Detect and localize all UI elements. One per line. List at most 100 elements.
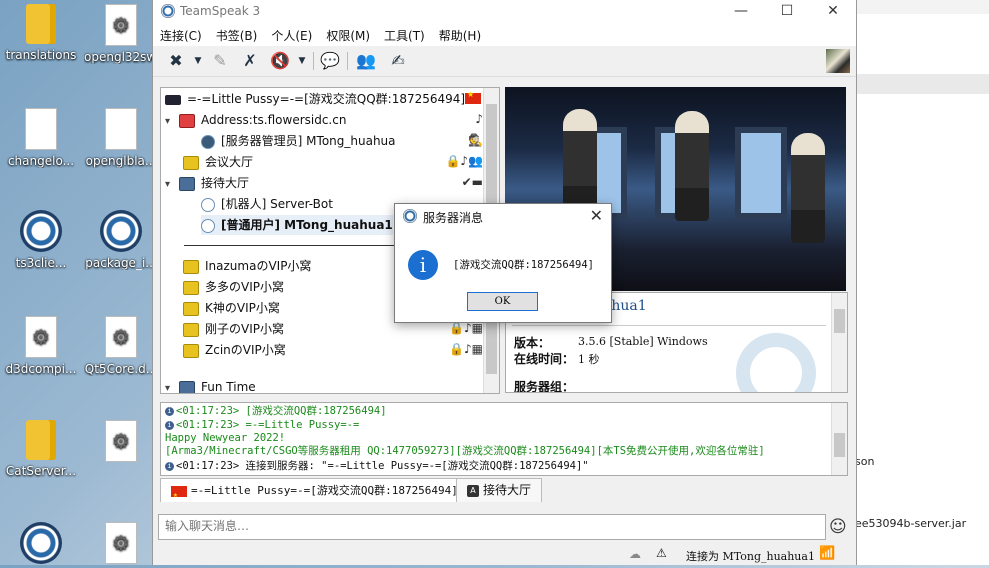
close-button[interactable]: ✕ [810,0,856,24]
info-icon: i [165,461,174,471]
teamspeak-logo-icon [161,4,175,18]
settings-file-icon [105,522,137,564]
channel-label: Fun Time [201,380,256,394]
menu-tools[interactable]: 工具(T) [384,27,425,44]
minimize-button[interactable]: — [718,0,764,24]
channel-label: K神のVIP小窝 [205,301,280,315]
desktop-icon-label: opengl32sw. [84,50,158,64]
chat-input[interactable] [159,515,821,537]
user-self[interactable]: [普通用户] MTong_huahua1 [201,215,393,235]
ok-button[interactable]: OK [467,292,538,311]
chat-input-box[interactable] [158,514,826,540]
desktop-icon-package[interactable]: package_i... [84,210,158,270]
teamspeak-icon [20,210,62,252]
chat-line: i <01:17:23> =-=Little Pussy=-= [165,418,359,432]
scrollbar-thumb[interactable] [834,433,845,457]
chat-line: i <01:17:23> [游戏交流QQ群:187256494] [165,404,387,418]
desktop-icon-d3dcompiler[interactable]: d3dcompi... [4,316,78,376]
teamspeak-icon [20,522,62,564]
channel-icon [183,259,199,274]
version-label: 版本： [514,336,551,350]
mute-mic-icon[interactable]: ✗ [239,50,261,72]
server-group-label: 服务器组： [514,380,575,393]
menu-permissions[interactable]: 权限(M) [326,27,370,44]
dialog-message: [游戏交流QQ群:187256494] [453,259,595,271]
menu-help[interactable]: 帮助(H) [439,27,481,44]
channel-label: 刚子のVIP小窝 [205,322,284,336]
channel-icon [183,280,199,295]
desktop-icon-gear[interactable] [84,522,158,568]
chat-scrollbar[interactable] [831,403,847,475]
menu-connections[interactable]: 连接(C) [160,27,202,44]
desktop-icon-translations[interactable]: translations [4,4,78,62]
online-label: 在线时间： [514,352,575,366]
warning-icon[interactable]: ⚠ [656,546,667,560]
server-name: =-=Little Pussy=-=[游戏交流QQ群:187256494] [187,92,466,106]
chat-log: i <01:17:23> [游戏交流QQ群:187256494] i <01:17:… [160,402,848,476]
contacts-icon[interactable]: 👥 [355,50,377,72]
desktop-icon-opengl32sw[interactable]: opengl32sw. [84,4,158,64]
user-admin[interactable]: [服务器管理员] MTong_huahua [201,131,396,151]
background-window-row [855,74,989,94]
settings-file-icon [105,316,137,358]
channel-meeting[interactable]: 会议大厅 [183,152,253,172]
china-flag-icon [465,90,481,104]
server-row[interactable]: =-=Little Pussy=-=[游戏交流QQ群:187256494] [165,89,465,109]
channel-vip-k[interactable]: K神のVIP小窝 [183,298,280,318]
channel-vip-inazuma[interactable]: InazumaのVIP小窝 [183,256,311,276]
tab-channel[interactable]: A 接待大厅 [456,478,543,502]
close-icon[interactable]: ✕ [590,206,603,225]
tab-server[interactable]: =-=Little Pussy=-=[游戏交流QQ群:187256494] [160,478,469,506]
dialog-title-bar: 服务器消息 ✕ [395,204,611,228]
channel-vip-gangzi[interactable]: 刚子のVIP小窝 [183,319,284,339]
desktop-icon-openglbla[interactable]: openglbla... [84,108,158,168]
disconnect-icon[interactable]: ✖ [165,50,187,72]
emoji-icon[interactable]: ☺ [829,517,847,537]
channel-label: 会议大厅 [205,155,254,169]
mute-speaker-icon[interactable]: 🔇 [269,50,291,72]
desktop-icon-ts3client[interactable]: ts3clie... [4,210,78,270]
channel-icon [179,176,195,191]
desktop-icon-label: d3dcompi... [5,362,77,376]
desktop-icon-ts[interactable] [4,522,78,568]
menu-self[interactable]: 个人(E) [271,27,312,44]
user-bot[interactable]: [机器人] Server-Bot [201,194,333,214]
desktop-icon-gear[interactable] [84,420,158,466]
toolbar-separator [313,52,314,70]
channel-reception[interactable]: ▾ 接待大厅 [165,173,249,193]
channel-label: Address:ts.flowersidc.cn [201,113,347,127]
channel-address[interactable]: ▾ Address:ts.flowersidc.cn [165,110,346,130]
background-window-bar [855,0,989,14]
chat-line: Happy Newyear 2022! [165,431,285,445]
channel-funtime[interactable]: ▾ Fun Time [165,377,256,394]
settings-file-icon [105,420,137,462]
user-icon [201,134,215,149]
channel-label: ZcinのVIP小窝 [205,343,286,357]
chevron-down-icon[interactable]: ▼ [291,50,313,72]
bookmarks-icon[interactable]: ✎ [209,50,231,72]
channel-label: 多多のVIP小窝 [205,280,284,294]
desktop-icon-changelog[interactable]: changelo... [4,108,78,168]
dialog-body: i [游戏交流QQ群:187256494] OK [395,228,611,322]
connection-status: 连接为 MTong_huahua1 [686,550,815,563]
channel-label: InazumaのVIP小窝 [205,259,312,273]
channel-vip-duoduo[interactable]: 多多のVIP小窝 [183,277,284,297]
dialog-title: 服务器消息 [423,211,484,225]
scrollbar-thumb[interactable] [834,309,845,333]
desktop-icon-label: package_i... [85,256,157,270]
whisper-icon[interactable]: ✍ [387,50,409,72]
channel-vip-zcin[interactable]: ZcinのVIP小窝 [183,340,286,360]
away-icon[interactable]: 💬 [319,50,341,72]
chevron-down-icon[interactable]: ▾ [165,379,179,393]
avatar[interactable] [826,49,850,73]
desktop-icon-catserver[interactable]: CatServer... [4,420,78,478]
channel-flags-icon: 🔒♪👥 [445,154,483,168]
menu-bookmarks[interactable]: 书签(B) [216,27,258,44]
chevron-down-icon[interactable]: ▾ [165,175,179,195]
maximize-button[interactable]: ☐ [764,0,810,24]
desktop-icon-qt5core[interactable]: Qt5Core.d... [84,316,158,376]
chevron-down-icon[interactable]: ▾ [165,112,179,132]
banner-window-shape [735,127,787,219]
info-scrollbar[interactable] [831,293,847,392]
chevron-down-icon[interactable]: ▼ [187,50,209,72]
